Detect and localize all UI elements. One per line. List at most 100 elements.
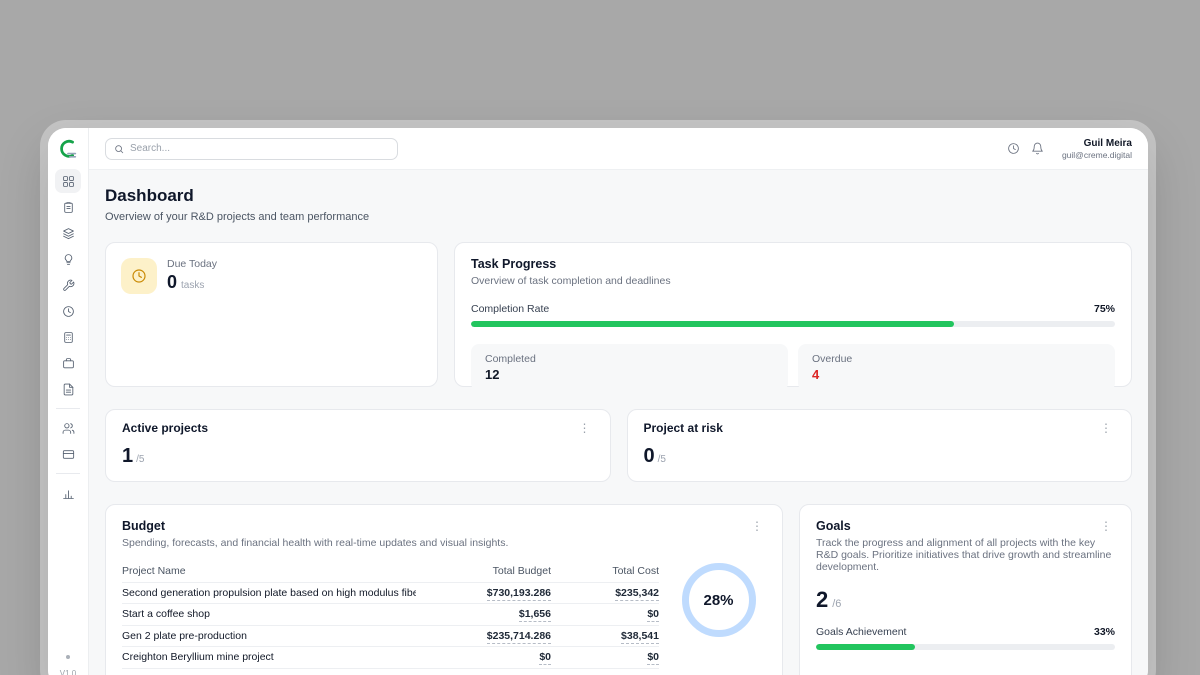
project-name: Gen 2 plate pre-production (122, 630, 416, 642)
calculator-icon (62, 331, 75, 344)
overdue-value: 4 (812, 367, 1101, 382)
total-budget-value[interactable]: $730,193.286 (487, 587, 551, 601)
user-menu[interactable]: Guil Meira guil@creme.digital (1062, 138, 1132, 160)
user-name: Guil Meira (1062, 138, 1132, 149)
sidebar-item-team[interactable] (55, 416, 81, 440)
total-cost-value[interactable]: $235,342 (615, 587, 659, 601)
sidebar-item-ideas[interactable] (55, 247, 81, 271)
active-projects-total: /5 (136, 454, 144, 465)
sidebar-status-dot (66, 655, 70, 659)
table-row[interactable]: Creighton Beryllium mine project $0 $0 (122, 647, 659, 669)
goals-total: /6 (832, 598, 841, 610)
due-today-count: 0 (167, 272, 177, 293)
search-icon (114, 144, 124, 154)
kebab-menu-icon[interactable]: ⋮ (1097, 519, 1115, 533)
goals-achievement-label: Goals Achievement (816, 626, 906, 638)
briefcase-icon (62, 357, 75, 370)
task-progress-subtitle: Overview of task completion and deadline… (471, 275, 1115, 287)
kebab-menu-icon[interactable]: ⋮ (576, 421, 594, 435)
total-cost-value[interactable]: $38,541 (621, 630, 659, 644)
page-subtitle: Overview of your R&D projects and team p… (105, 211, 1132, 223)
search-input[interactable] (130, 143, 389, 154)
due-today-label: Due Today (167, 258, 217, 270)
completed-value: 12 (485, 367, 774, 382)
budget-table-header: Project Name Total Budget Total Cost (122, 561, 659, 583)
project-name: Creighton Beryllium mine project (122, 651, 416, 663)
notifications-button[interactable] (1026, 137, 1050, 161)
topbar: Guil Meira guil@creme.digital (89, 128, 1148, 170)
budget-usage-percent: 28% (703, 592, 733, 609)
kebab-menu-icon[interactable]: ⋮ (1097, 421, 1115, 435)
sidebar-item-time[interactable] (55, 299, 81, 323)
dashboard-content: Dashboard Overview of your R&D projects … (89, 170, 1148, 675)
project-name: Start a coffee shop (122, 608, 416, 620)
dashboard-icon (62, 175, 75, 188)
total-cost-value[interactable]: $0 (647, 608, 659, 622)
document-icon (62, 383, 75, 396)
app-window: V1.0 Guil Meira guil@creme.digital Dashb… (48, 128, 1148, 675)
sidebar: V1.0 (48, 128, 89, 675)
total-budget-value[interactable]: $0 (539, 651, 551, 665)
completion-progress-fill (471, 321, 954, 327)
goals-card: Goals ⋮ Track the progress and alignment… (799, 504, 1132, 675)
goals-subtitle: Track the progress and alignment of all … (816, 537, 1115, 573)
wrench-icon (62, 279, 75, 292)
active-projects-value: 1 (122, 445, 133, 468)
sidebar-divider (56, 408, 80, 409)
completion-rate-value: 75% (1094, 303, 1115, 315)
table-row[interactable]: Gen 2 plate pre-production $235,714.286 … (122, 626, 659, 648)
search-box[interactable] (105, 138, 398, 160)
bell-icon (1031, 142, 1044, 155)
app-version: V1.0 (60, 669, 76, 675)
sidebar-item-reports[interactable] (55, 481, 81, 505)
column-total-cost: Total Cost (551, 565, 659, 577)
table-row[interactable]: Second generation propulsion plate based… (122, 583, 659, 605)
goals-progress-fill (816, 644, 915, 650)
column-total-budget: Total Budget (416, 565, 551, 577)
project-at-risk-total: /5 (658, 454, 666, 465)
history-button[interactable] (1002, 137, 1026, 161)
credit-card-icon (62, 448, 75, 461)
budget-table: Project Name Total Budget Total Cost Sec… (122, 561, 659, 675)
completion-progress-bar (471, 321, 1115, 327)
sidebar-item-calculator[interactable] (55, 325, 81, 349)
budget-title: Budget (122, 519, 165, 533)
sidebar-item-billing[interactable] (55, 442, 81, 466)
sidebar-item-dashboard[interactable] (55, 169, 81, 193)
overdue-label: Overdue (812, 353, 1101, 365)
completed-label: Completed (485, 353, 774, 365)
kebab-menu-icon[interactable]: ⋮ (748, 519, 766, 533)
table-row[interactable]: Start a coffee shop $1,656 $0 (122, 604, 659, 626)
project-name: Second generation propulsion plate based… (122, 587, 416, 599)
lightbulb-icon (62, 253, 75, 266)
sidebar-item-documents[interactable] (55, 377, 81, 401)
creme-logo-icon (57, 137, 79, 161)
sidebar-item-projects[interactable] (55, 221, 81, 245)
budget-usage-ring: 28% (682, 563, 756, 637)
clock-icon (62, 305, 75, 318)
project-at-risk-card: Project at risk ⋮ 0 /5 (627, 409, 1133, 482)
total-cost-value[interactable]: $0 (647, 651, 659, 665)
sidebar-item-tasks[interactable] (55, 195, 81, 219)
users-icon (62, 422, 75, 435)
sidebar-item-portfolio[interactable] (55, 351, 81, 375)
due-today-card: Due Today 0 tasks (105, 242, 438, 387)
column-project-name: Project Name (122, 565, 416, 577)
overdue-stat-box: Overdue 4 (798, 344, 1115, 391)
total-budget-value[interactable]: $1,656 (519, 608, 551, 622)
goals-value: 2 (816, 587, 828, 613)
due-today-unit: tasks (181, 280, 204, 291)
total-budget-value[interactable]: $235,714.286 (487, 630, 551, 644)
budget-card: Budget ⋮ Spending, forecasts, and financ… (105, 504, 783, 675)
page-title: Dashboard (105, 186, 1132, 206)
goals-title: Goals (816, 519, 851, 533)
project-at-risk-title: Project at risk (644, 421, 723, 435)
goals-progress-bar (816, 644, 1115, 650)
completion-rate-label: Completion Rate (471, 303, 549, 315)
sidebar-item-tools[interactable] (55, 273, 81, 297)
sidebar-divider (56, 473, 80, 474)
task-progress-title: Task Progress (471, 257, 1115, 271)
user-email: guil@creme.digital (1062, 150, 1132, 160)
task-progress-card: Task Progress Overview of task completio… (454, 242, 1132, 387)
layers-icon (62, 227, 75, 240)
